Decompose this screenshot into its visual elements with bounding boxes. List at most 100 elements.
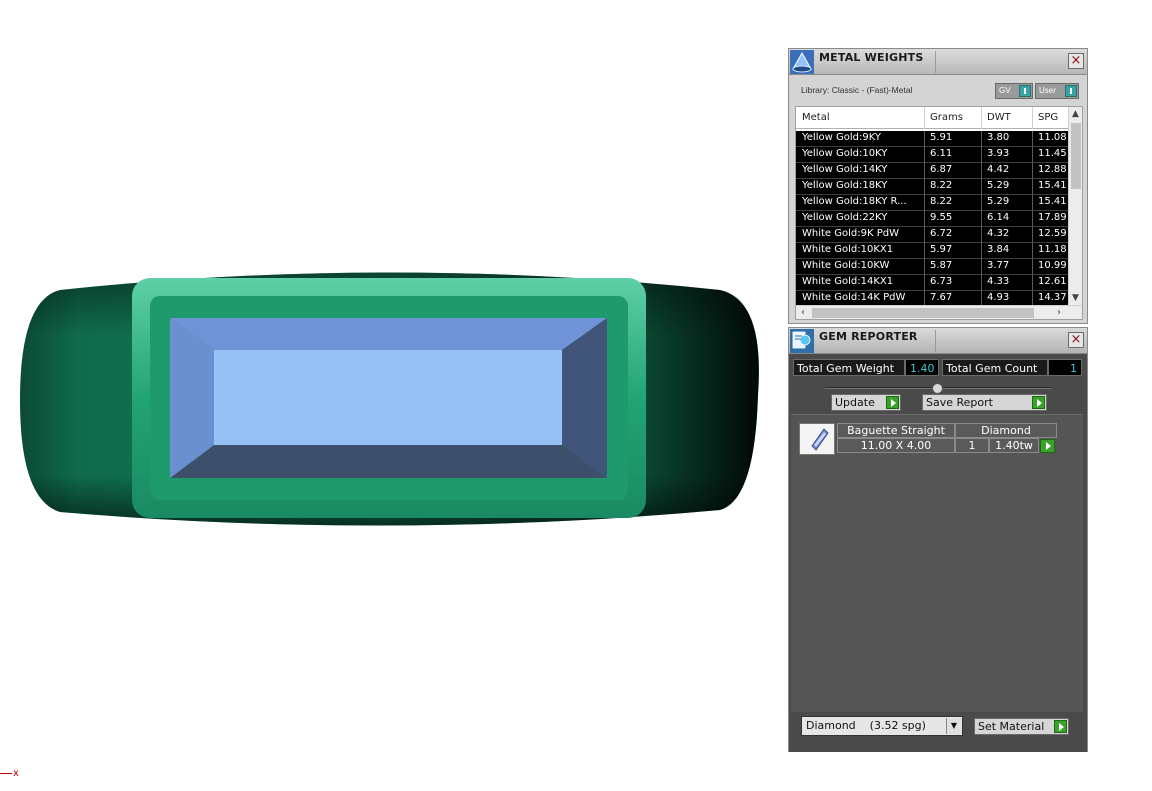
table-cell: 4.33 xyxy=(987,276,1010,287)
close-icon[interactable]: × xyxy=(1068,332,1084,348)
toggle-knob-icon xyxy=(1019,85,1031,97)
toggle-knob-icon xyxy=(1065,85,1077,97)
table-row[interactable]: Yellow Gold:22KY 9.55 6.14 17.89 xyxy=(796,211,1068,227)
gv-toggle[interactable]: GV xyxy=(995,83,1033,99)
table-cell: White Gold:14KX1 xyxy=(802,276,894,287)
table-cell: Yellow Gold:18KY xyxy=(802,180,888,191)
set-material-button-label: Set Material xyxy=(978,720,1045,733)
gem-carat-cell[interactable]: 1.40tw xyxy=(989,438,1039,453)
scroll-down-icon[interactable]: ▼ xyxy=(1069,291,1082,305)
title-separator xyxy=(935,51,936,73)
table-cell: 8.22 xyxy=(930,180,953,191)
material-select-value: Diamond (3.52 spg) xyxy=(806,719,926,732)
scroll-left-icon[interactable]: ‹ xyxy=(796,306,810,319)
table-cell: 10.99 xyxy=(1038,260,1067,271)
play-arrow-icon xyxy=(1032,396,1045,409)
table-cell: 12.88 xyxy=(1038,164,1067,175)
gem-size-cell[interactable]: 11.00 X 4.00 xyxy=(837,438,955,453)
gem-quantity-cell[interactable]: 1 xyxy=(955,438,989,453)
table-cell: 4.32 xyxy=(987,228,1010,239)
gem-reporter-titlebar[interactable]: GEM REPORTER × xyxy=(789,328,1087,354)
user-toggle-label: User xyxy=(1039,86,1056,95)
gem-shape-cell[interactable]: Baguette Straight xyxy=(837,423,955,438)
table-cell: 6.87 xyxy=(930,164,953,175)
table-cell: White Gold:10KX1 xyxy=(802,244,894,255)
metal-weights-panel: METAL WEIGHTS × Library: Classic - (Fast… xyxy=(788,48,1088,324)
table-cell: 5.97 xyxy=(930,244,953,255)
table-cell: 6.11 xyxy=(930,148,953,159)
3d-viewport[interactable]: x xyxy=(0,0,780,791)
table-cell: 3.80 xyxy=(987,132,1010,143)
column-header-spg[interactable]: SPG xyxy=(1038,112,1058,123)
user-toggle[interactable]: User xyxy=(1035,83,1079,99)
table-cell: 9.55 xyxy=(930,212,953,223)
metal-weights-icon xyxy=(790,50,814,74)
total-gem-weight-label: Total Gem Weight xyxy=(793,359,905,376)
table-cell: Yellow Gold:10KY xyxy=(802,148,888,159)
splitter-slider[interactable] xyxy=(825,383,1051,394)
table-row[interactable]: White Gold:9K PdW 6.72 4.32 12.59 xyxy=(796,227,1068,243)
table-cell: Yellow Gold:9KY xyxy=(802,132,881,143)
table-row[interactable]: White Gold:10KW 5.87 3.77 10.99 xyxy=(796,259,1068,275)
gem-reporter-title: GEM REPORTER xyxy=(819,330,918,343)
table-cell: 14.37 xyxy=(1038,292,1067,303)
chevron-down-icon[interactable]: ▼ xyxy=(946,718,961,734)
table-cell: 3.93 xyxy=(987,148,1010,159)
table-row[interactable]: White Gold:14KX1 6.73 4.33 12.61 xyxy=(796,275,1068,291)
table-cell: 8.22 xyxy=(930,196,953,207)
table-cell: 17.89 xyxy=(1038,212,1067,223)
table-row[interactable]: Yellow Gold:9KY 5.91 3.80 11.08 xyxy=(796,131,1068,147)
material-bar: Diamond (3.52 spg) ▼ Set Material xyxy=(789,712,1087,752)
table-row[interactable]: White Gold:10KX1 5.97 3.84 11.18 xyxy=(796,243,1068,259)
metal-weights-table[interactable]: Metal Grams DWT SPG Yellow Gold:9KY 5.91 3… xyxy=(795,106,1083,320)
save-report-button[interactable]: Save Report xyxy=(922,394,1047,411)
play-arrow-icon xyxy=(1054,720,1067,733)
table-cell: 5.29 xyxy=(987,196,1010,207)
column-header-metal[interactable]: Metal xyxy=(802,112,830,123)
table-cell: 12.61 xyxy=(1038,276,1067,287)
save-report-button-label: Save Report xyxy=(926,396,993,409)
table-cell: 7.67 xyxy=(930,292,953,303)
gem-material-cell[interactable]: Diamond xyxy=(955,423,1057,438)
table-cell: 6.14 xyxy=(987,212,1010,223)
baguette-gem-icon[interactable] xyxy=(799,423,835,455)
gem-select-arrow-icon[interactable] xyxy=(1040,439,1055,453)
slider-handle[interactable] xyxy=(932,383,943,394)
table-cell: 4.93 xyxy=(987,292,1010,303)
table-row[interactable]: Yellow Gold:14KY 6.87 4.42 12.88 xyxy=(796,163,1068,179)
vertical-scrollbar[interactable]: ▲ ▼ xyxy=(1068,107,1082,305)
table-body: Yellow Gold:9KY 5.91 3.80 11.08 Yellow Gold:… xyxy=(796,131,1068,307)
play-arrow-icon xyxy=(886,396,899,409)
ring-model xyxy=(20,272,759,526)
update-button[interactable]: Update xyxy=(831,394,901,411)
material-select[interactable]: Diamond (3.52 spg) ▼ xyxy=(801,716,963,736)
close-icon[interactable]: × xyxy=(1068,53,1084,69)
update-button-label: Update xyxy=(835,396,875,409)
metal-weights-titlebar[interactable]: METAL WEIGHTS × xyxy=(789,49,1087,75)
total-gem-weight-value: 1.40 xyxy=(905,359,939,376)
table-cell: 15.41 xyxy=(1038,196,1067,207)
scroll-up-icon[interactable]: ▲ xyxy=(1069,107,1082,121)
total-gem-count-value: 1 xyxy=(1048,359,1082,376)
column-header-dwt[interactable]: DWT xyxy=(987,112,1011,123)
table-cell: Yellow Gold:14KY xyxy=(802,164,888,175)
set-material-button[interactable]: Set Material xyxy=(974,718,1069,735)
total-gem-count-label: Total Gem Count xyxy=(942,359,1048,376)
scroll-thumb[interactable] xyxy=(1071,123,1081,189)
table-cell: 4.42 xyxy=(987,164,1010,175)
horizontal-scrollbar[interactable]: ‹ › xyxy=(796,305,1082,319)
table-header: Metal Grams DWT SPG xyxy=(796,107,1068,129)
table-row[interactable]: Yellow Gold:10KY 6.11 3.93 11.45 xyxy=(796,147,1068,163)
table-row[interactable]: Yellow Gold:18KY R... 8.22 5.29 15.41 xyxy=(796,195,1068,211)
scroll-right-icon[interactable]: › xyxy=(1052,306,1066,319)
gem-thumbnail-icon xyxy=(811,428,829,451)
gem-list: Baguette Straight Diamond 11.00 X 4.00 1… xyxy=(791,414,1083,712)
table-cell: White Gold:10KW xyxy=(802,260,890,271)
table-cell: 5.91 xyxy=(930,132,953,143)
table-cell: 15.41 xyxy=(1038,180,1067,191)
table-row[interactable]: Yellow Gold:18KY 8.22 5.29 15.41 xyxy=(796,179,1068,195)
axis-indicator: x xyxy=(0,768,19,779)
scroll-thumb[interactable] xyxy=(812,308,1034,318)
library-label: Library: Classic - (Fast)-Metal xyxy=(801,85,913,95)
column-header-grams[interactable]: Grams xyxy=(930,112,963,123)
